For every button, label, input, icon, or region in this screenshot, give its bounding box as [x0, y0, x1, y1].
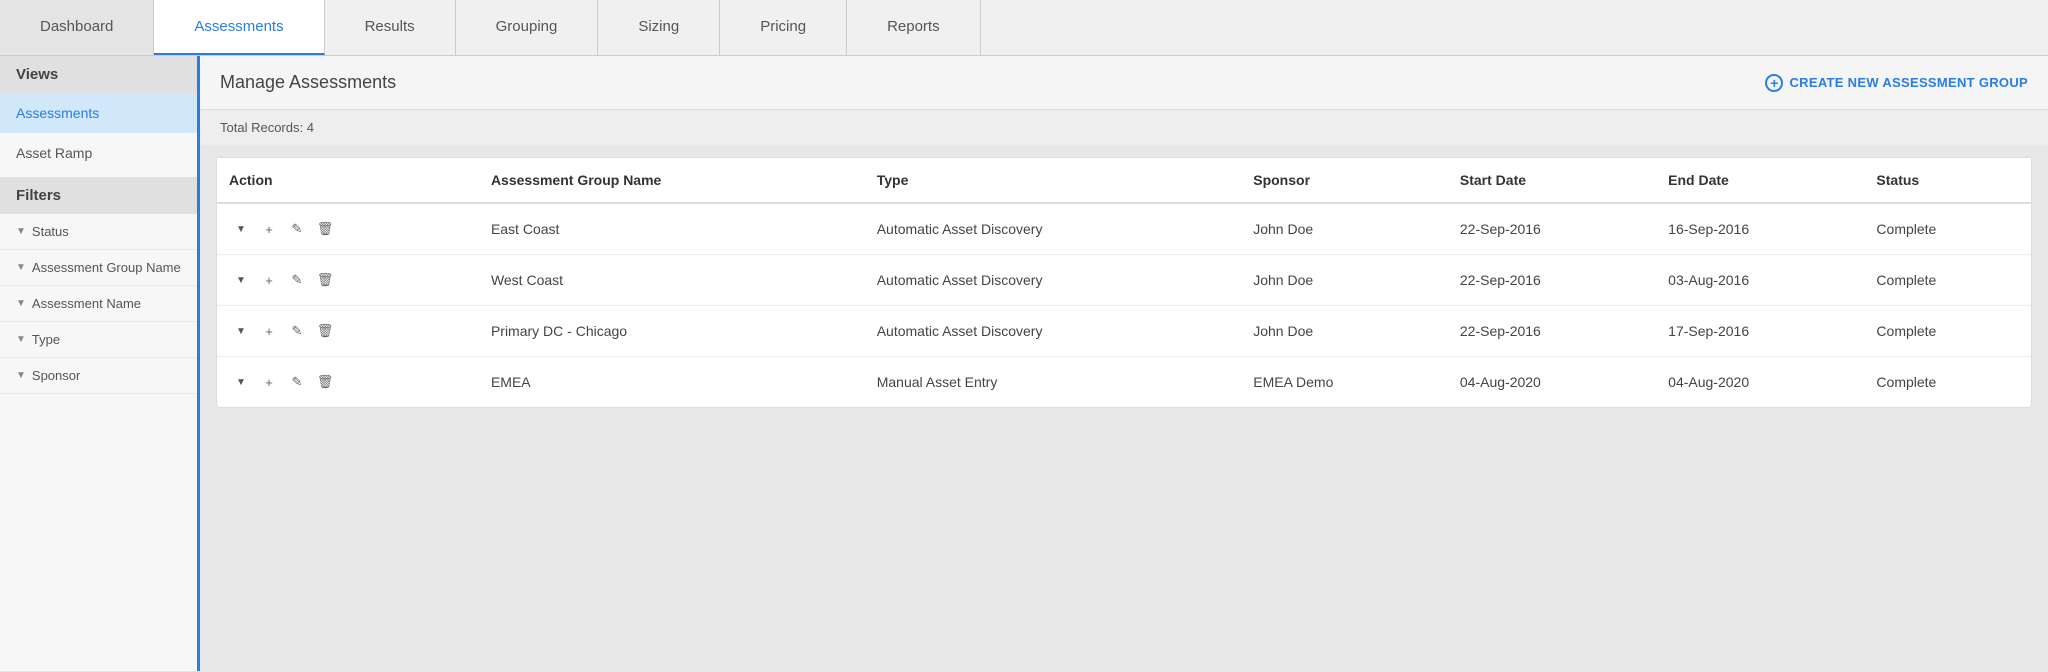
filter-label: Sponsor	[32, 368, 80, 383]
expand-icon[interactable]: ▼	[229, 268, 253, 292]
chevron-icon: ▼	[16, 334, 26, 345]
delete-icon[interactable]: 🗑	[313, 319, 337, 343]
add-icon[interactable]: +	[257, 370, 281, 394]
filter-item-assessment-name[interactable]: ▼ Assessment Name	[0, 286, 197, 322]
action-cell: ▼ + ✎ 🗑	[217, 255, 479, 306]
action-cell: ▼ + ✎ 🗑	[217, 306, 479, 357]
filter-item-assessment-group-name[interactable]: ▼ Assessment Group Name	[0, 250, 197, 286]
status-cell: Complete	[1864, 255, 2031, 306]
views-section-title: Views	[0, 56, 197, 93]
top-navigation: DashboardAssessmentsResultsGroupingSizin…	[0, 0, 2048, 56]
col-action: Action	[217, 158, 479, 203]
col-sponsor: Sponsor	[1241, 158, 1448, 203]
sponsor-cell: John Doe	[1241, 255, 1448, 306]
nav-tab-pricing[interactable]: Pricing	[720, 0, 847, 55]
expand-icon[interactable]: ▼	[229, 370, 253, 394]
nav-tab-results[interactable]: Results	[325, 0, 456, 55]
start-date-cell: 22-Sep-2016	[1448, 203, 1656, 255]
table-row: ▼ + ✎ 🗑 EMEA Manual Asset Entry EMEA Dem…	[217, 357, 2031, 408]
assessments-table: Action Assessment Group Name Type Sponso…	[217, 158, 2031, 407]
group-name-cell: East Coast	[479, 203, 865, 255]
table-row: ▼ + ✎ 🗑 West Coast Automatic Asset Disco…	[217, 255, 2031, 306]
edit-icon[interactable]: ✎	[285, 319, 309, 343]
filter-label: Status	[32, 224, 69, 239]
assessments-table-container: Action Assessment Group Name Type Sponso…	[216, 157, 2032, 408]
expand-icon[interactable]: ▼	[229, 319, 253, 343]
delete-icon[interactable]: 🗑	[313, 370, 337, 394]
sidebar-filters: ▼ Status ▼ Assessment Group Name ▼ Assessment…	[0, 214, 197, 394]
nav-tab-dashboard[interactable]: Dashboard	[0, 0, 154, 55]
edit-icon[interactable]: ✎	[285, 370, 309, 394]
group-name-cell: EMEA	[479, 357, 865, 408]
start-date-cell: 04-Aug-2020	[1448, 357, 1656, 408]
main-content: Manage Assessments + CREATE NEW ASSESSME…	[200, 56, 2048, 671]
start-date-cell: 22-Sep-2016	[1448, 306, 1656, 357]
group-name-cell: West Coast	[479, 255, 865, 306]
edit-icon[interactable]: ✎	[285, 268, 309, 292]
chevron-icon: ▼	[16, 298, 26, 309]
col-status: Status	[1864, 158, 2031, 203]
plus-circle-icon: +	[1765, 74, 1783, 92]
create-assessment-group-button[interactable]: + CREATE NEW ASSESSMENT GROUP	[1765, 74, 2028, 92]
add-icon[interactable]: +	[257, 268, 281, 292]
table-row: ▼ + ✎ 🗑 Primary DC - Chicago Automatic A…	[217, 306, 2031, 357]
filter-label: Assessment Group Name	[32, 260, 181, 275]
end-date-cell: 17-Sep-2016	[1656, 306, 1864, 357]
table-header-row: Action Assessment Group Name Type Sponso…	[217, 158, 2031, 203]
table-body: ▼ + ✎ 🗑 East Coast Automatic Asset Disco…	[217, 203, 2031, 407]
sponsor-cell: John Doe	[1241, 203, 1448, 255]
manage-header: Manage Assessments + CREATE NEW ASSESSME…	[200, 56, 2048, 110]
status-cell: Complete	[1864, 306, 2031, 357]
sidebar: Views AssessmentsAsset Ramp Filters ▼ Sta…	[0, 56, 200, 671]
col-type: Type	[865, 158, 1242, 203]
table-row: ▼ + ✎ 🗑 East Coast Automatic Asset Disco…	[217, 203, 2031, 255]
chevron-icon: ▼	[16, 226, 26, 237]
nav-tab-assessments[interactable]: Assessments	[154, 0, 324, 55]
nav-tab-grouping[interactable]: Grouping	[456, 0, 599, 55]
type-cell: Manual Asset Entry	[865, 357, 1242, 408]
col-start-date: Start Date	[1448, 158, 1656, 203]
nav-tab-reports[interactable]: Reports	[847, 0, 981, 55]
filters-section-title: Filters	[0, 177, 197, 214]
chevron-icon: ▼	[16, 262, 26, 273]
filter-item-type[interactable]: ▼ Type	[0, 322, 197, 358]
end-date-cell: 04-Aug-2020	[1656, 357, 1864, 408]
add-icon[interactable]: +	[257, 319, 281, 343]
delete-icon[interactable]: 🗑	[313, 217, 337, 241]
sponsor-cell: EMEA Demo	[1241, 357, 1448, 408]
sidebar-views: AssessmentsAsset Ramp	[0, 93, 197, 173]
status-cell: Complete	[1864, 357, 2031, 408]
expand-icon[interactable]: ▼	[229, 217, 253, 241]
create-button-label: CREATE NEW ASSESSMENT GROUP	[1789, 75, 2028, 90]
sidebar-item-assessments[interactable]: Assessments	[0, 93, 197, 133]
col-end-date: End Date	[1656, 158, 1864, 203]
total-records: Total Records: 4	[200, 110, 2048, 145]
type-cell: Automatic Asset Discovery	[865, 255, 1242, 306]
edit-icon[interactable]: ✎	[285, 217, 309, 241]
type-cell: Automatic Asset Discovery	[865, 306, 1242, 357]
delete-icon[interactable]: 🗑	[313, 268, 337, 292]
filter-item-status[interactable]: ▼ Status	[0, 214, 197, 250]
manage-title: Manage Assessments	[220, 72, 396, 93]
sidebar-item-asset-ramp[interactable]: Asset Ramp	[0, 133, 197, 173]
nav-tab-sizing[interactable]: Sizing	[598, 0, 720, 55]
filter-item-sponsor[interactable]: ▼ Sponsor	[0, 358, 197, 394]
action-cell: ▼ + ✎ 🗑	[217, 357, 479, 408]
end-date-cell: 03-Aug-2016	[1656, 255, 1864, 306]
filter-label: Assessment Name	[32, 296, 141, 311]
action-cell: ▼ + ✎ 🗑	[217, 203, 479, 255]
end-date-cell: 16-Sep-2016	[1656, 203, 1864, 255]
start-date-cell: 22-Sep-2016	[1448, 255, 1656, 306]
filter-label: Type	[32, 332, 60, 347]
chevron-icon: ▼	[16, 370, 26, 381]
add-icon[interactable]: +	[257, 217, 281, 241]
type-cell: Automatic Asset Discovery	[865, 203, 1242, 255]
sponsor-cell: John Doe	[1241, 306, 1448, 357]
col-group-name: Assessment Group Name	[479, 158, 865, 203]
status-cell: Complete	[1864, 203, 2031, 255]
group-name-cell: Primary DC - Chicago	[479, 306, 865, 357]
